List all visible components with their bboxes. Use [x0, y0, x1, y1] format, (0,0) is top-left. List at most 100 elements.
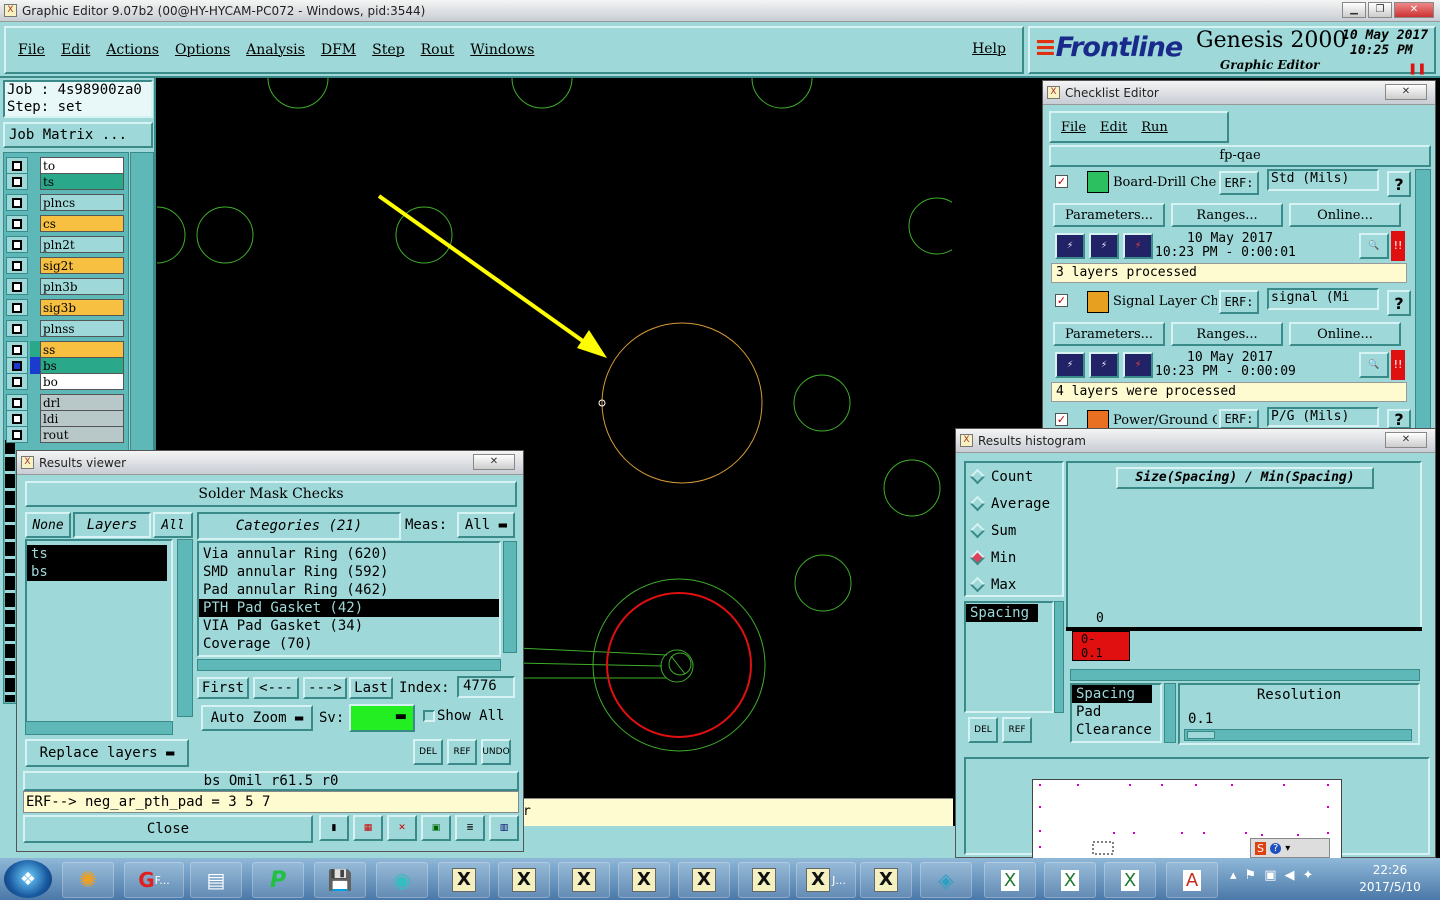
layer-checkbox[interactable]	[6, 257, 28, 274]
taskbar-app-p[interactable]: P	[252, 862, 304, 898]
tray-app-icon[interactable]: ✦	[1302, 868, 1313, 883]
layer-checkbox[interactable]	[6, 215, 28, 232]
ranges-button[interactable]: Ranges...	[1171, 203, 1283, 227]
run-icon[interactable]: ⚡	[1089, 352, 1119, 378]
layer-row-bo[interactable]: bo	[6, 373, 124, 390]
help-icon[interactable]: ?	[1387, 171, 1411, 197]
erf-value[interactable]: signal (Mi	[1267, 288, 1379, 310]
report-icon-1[interactable]: ▮	[319, 815, 349, 841]
help-icon[interactable]: ?	[1387, 290, 1411, 316]
layer-row-plncs[interactable]: plncs	[6, 194, 124, 211]
report-icon-5[interactable]: ≣	[455, 815, 485, 841]
del-button[interactable]: DEL	[413, 739, 443, 765]
layer-name[interactable]: plncs	[40, 194, 124, 211]
menu-help[interactable]: Help	[972, 41, 1006, 57]
show-all-checkbox[interactable]	[423, 710, 435, 722]
index-input[interactable]: 4776	[457, 676, 515, 698]
layer-checkbox[interactable]	[6, 236, 28, 253]
layer-row-ts[interactable]: ts	[6, 173, 124, 190]
online-button[interactable]: Online...	[1289, 203, 1401, 227]
check-enable-checkbox[interactable]: ✓	[1055, 413, 1068, 426]
menu-analysis[interactable]: Analysis	[246, 42, 305, 58]
erf-button[interactable]: ERF:	[1219, 409, 1259, 429]
layer-name[interactable]: sig2t	[40, 257, 124, 274]
sv-color-select[interactable]: ▬	[349, 704, 415, 732]
menu-file[interactable]: File	[18, 42, 45, 58]
layer-row-rout[interactable]: rout	[6, 426, 124, 443]
taskbar-excel[interactable]: X	[984, 862, 1036, 898]
histogram-type-vscroll[interactable]	[1164, 683, 1176, 743]
auto-zoom-select[interactable]: Auto Zoom ▬	[201, 705, 313, 731]
layer-name[interactable]: ss	[40, 341, 124, 358]
close-icon[interactable]: ✕	[1385, 432, 1427, 448]
checklist-menu-file[interactable]: File	[1061, 120, 1086, 135]
menu-step[interactable]: Step	[372, 42, 404, 58]
layer-name[interactable]: cs	[40, 215, 124, 232]
layer-name[interactable]: bo	[40, 373, 124, 390]
taskbar-genesis-window[interactable]: X	[738, 862, 790, 898]
run-icon[interactable]: ⚡	[1123, 352, 1153, 378]
meas-select[interactable]: All ▬	[457, 512, 515, 538]
mode-count[interactable]: Count	[966, 463, 1062, 490]
parameters-button[interactable]: Parameters...	[1053, 322, 1165, 346]
job-matrix-button[interactable]: Job Matrix ...	[3, 122, 153, 148]
tray-network-icon[interactable]: ▣	[1264, 868, 1276, 883]
histogram-param-spacing[interactable]: Spacing	[966, 604, 1038, 622]
mode-max[interactable]: Max	[966, 571, 1062, 598]
layer-name[interactable]: sig3b	[40, 299, 124, 316]
run-icon[interactable]: ⚡	[1123, 233, 1153, 259]
taskbar-genesis-window[interactable]: X	[438, 862, 490, 898]
run-icon[interactable]: ⚡	[1089, 233, 1119, 259]
type-spacing[interactable]: Spacing	[1072, 685, 1152, 703]
layer-checkbox[interactable]	[6, 194, 28, 211]
taskbar-excel[interactable]: X	[1104, 862, 1156, 898]
none-button[interactable]: None	[25, 512, 71, 538]
result-layer-list[interactable]: ts bs	[25, 539, 173, 725]
layer-checkbox[interactable]	[6, 373, 28, 390]
taskbar-excel[interactable]: X	[1044, 862, 1096, 898]
layer-name[interactable]: drl	[40, 394, 124, 411]
category-item[interactable]: Coverage (70)	[199, 635, 499, 653]
layer-checkbox[interactable]	[6, 173, 28, 190]
histogram-ref-button[interactable]: REF	[1002, 717, 1032, 743]
layer-row-drl[interactable]: drl	[6, 394, 124, 411]
taskbar-genesis-window[interactable]: X	[558, 862, 610, 898]
taskbar-app-eye[interactable]: ◉	[376, 862, 428, 898]
category-list-vscroll[interactable]	[503, 541, 517, 653]
layer-checkbox[interactable]	[6, 341, 28, 358]
chevron-down-icon[interactable]: ▾	[1285, 843, 1290, 854]
histogram-hscroll[interactable]	[1070, 669, 1420, 681]
layer-row-to[interactable]: to	[6, 157, 124, 174]
resolution-slider-thumb[interactable]	[1187, 731, 1215, 739]
menu-dfm[interactable]: DFM	[321, 42, 356, 58]
layer-list-vscroll[interactable]	[177, 539, 193, 717]
erf-button[interactable]: ERF:	[1219, 171, 1259, 195]
histogram-del-button[interactable]: DEL	[968, 717, 998, 743]
taskbar-genesis-window[interactable]: X	[498, 862, 550, 898]
category-item[interactable]: Via annular Ring (620)	[199, 545, 499, 563]
parameters-button[interactable]: Parameters...	[1053, 203, 1165, 227]
tray-flag-icon[interactable]: ⚑	[1245, 868, 1257, 883]
layer-name[interactable]: plnss	[40, 320, 124, 337]
menu-edit[interactable]: Edit	[61, 42, 90, 58]
run-icon[interactable]: ⚡	[1055, 233, 1085, 259]
help-icon[interactable]: ?	[1269, 842, 1282, 854]
clock[interactable]: 22:26 2017/5/10	[1352, 862, 1428, 896]
start-button[interactable]: ❖	[4, 860, 52, 898]
checklist-menu-edit[interactable]: Edit	[1100, 120, 1127, 135]
close-icon[interactable]: ✕	[1385, 84, 1427, 100]
zoom-icon[interactable]: 🔍	[1359, 352, 1389, 378]
layer-row-plnss[interactable]: plnss	[6, 320, 124, 337]
category-item-selected[interactable]: PTH Pad Gasket (42)	[199, 599, 499, 617]
close-icon[interactable]: ✕	[1394, 2, 1434, 18]
mode-sum[interactable]: Sum	[966, 517, 1062, 544]
check-enable-checkbox[interactable]: ✓	[1055, 175, 1068, 188]
zoom-icon[interactable]: 🔍	[1359, 233, 1389, 259]
next-button[interactable]: --->	[303, 677, 347, 699]
layer-name[interactable]: bs	[40, 357, 124, 374]
close-icon[interactable]: ✕	[473, 454, 515, 470]
category-list[interactable]: Via annular Ring (620) SMD annular Ring …	[197, 541, 501, 657]
layer-row-pln2t[interactable]: pln2t	[6, 236, 124, 253]
layer-name[interactable]: to	[40, 157, 124, 174]
erf-value[interactable]: P/G (Mils)	[1267, 407, 1379, 427]
